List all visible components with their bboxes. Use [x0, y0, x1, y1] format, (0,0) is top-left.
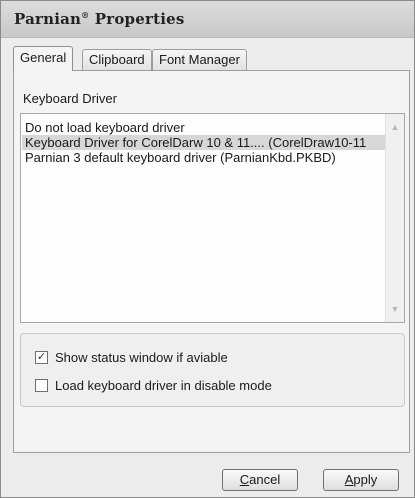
title-bar[interactable]: Parnian® Properties — [1, 1, 414, 38]
scroll-up-icon[interactable]: ▲ — [388, 120, 402, 134]
show-status-window-label: Show status window if aviable — [55, 350, 228, 365]
window-title: Parnian® Properties — [14, 10, 185, 28]
vertical-scrollbar[interactable]: ▲ ▼ — [385, 114, 404, 322]
tab-general[interactable]: General — [13, 46, 74, 71]
keyboard-driver-list[interactable]: Do not load keyboard driver Keyboard Dri… — [20, 113, 405, 323]
scroll-down-icon[interactable]: ▼ — [388, 302, 402, 316]
list-item[interactable]: Do not load keyboard driver — [22, 120, 387, 135]
properties-dialog: Parnian® Properties General Clipboard Fo… — [0, 0, 415, 498]
list-item[interactable]: Keyboard Driver for CorelDarw 10 & 11...… — [22, 135, 387, 150]
cancel-button[interactable]: Cancel — [222, 469, 298, 491]
tab-clipboard[interactable]: Clipboard — [82, 49, 152, 70]
tab-font-manager[interactable]: Font Manager — [152, 49, 247, 70]
options-group: ✓ Show status window if aviable Load key… — [20, 333, 405, 407]
load-disabled-mode-checkbox[interactable] — [35, 379, 48, 392]
show-status-window-checkbox[interactable]: ✓ — [35, 351, 48, 364]
apply-button[interactable]: Apply — [323, 469, 399, 491]
keyboard-driver-label: Keyboard Driver — [23, 91, 117, 106]
load-disabled-mode-label: Load keyboard driver in disable mode — [55, 378, 272, 393]
general-tab-panel: Keyboard Driver Do not load keyboard dri… — [13, 70, 410, 453]
list-item[interactable]: Parnian 3 default keyboard driver (Parni… — [22, 150, 387, 165]
